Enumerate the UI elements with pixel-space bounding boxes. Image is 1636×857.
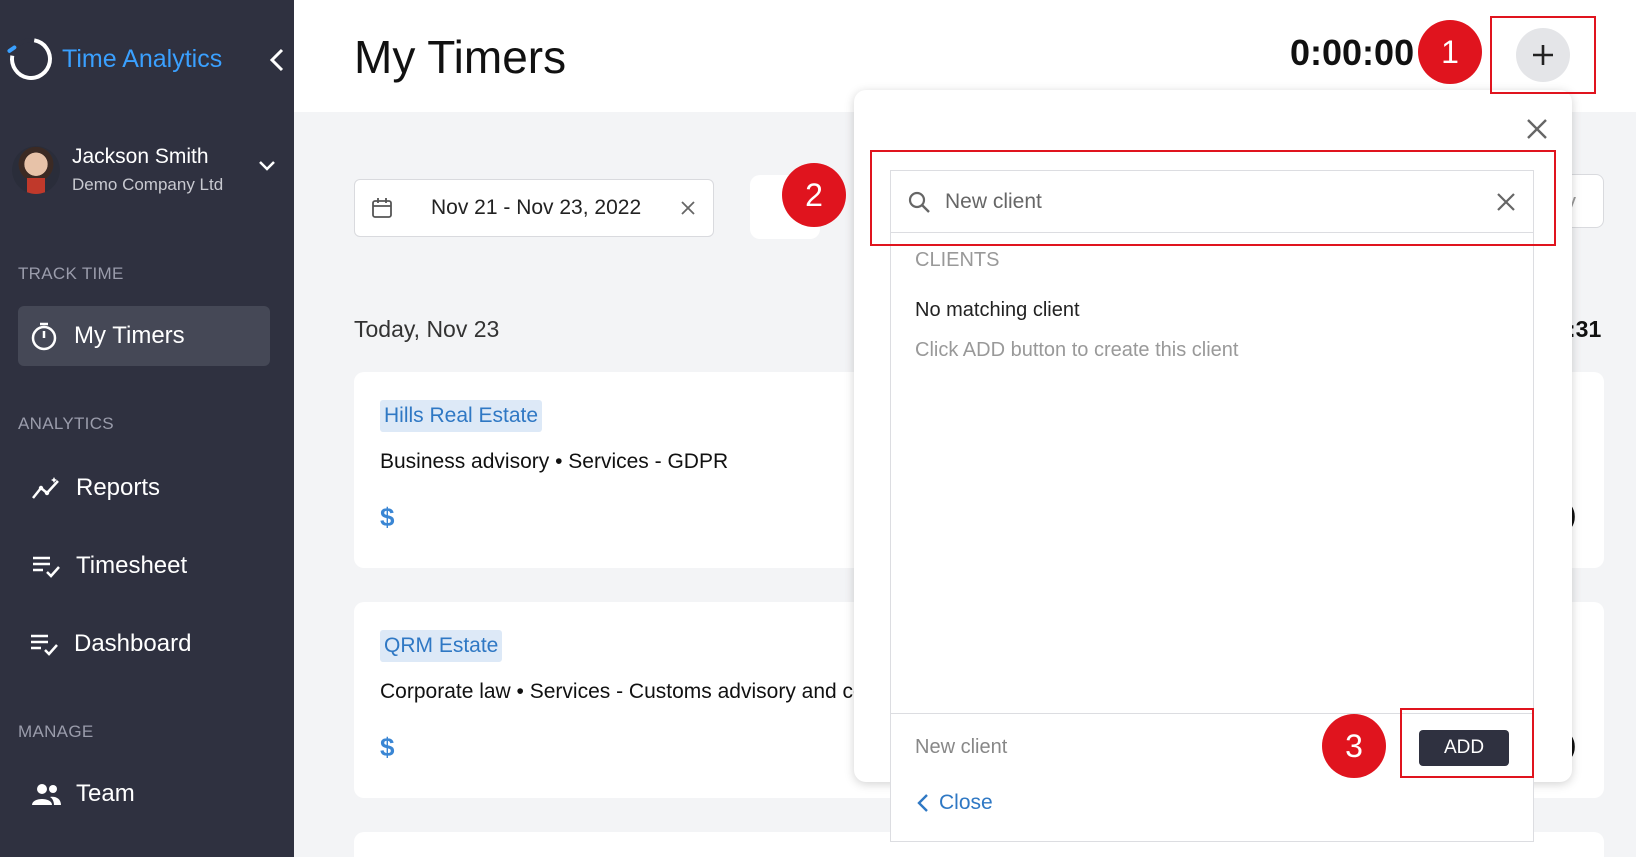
section-label-track-time: TRACK TIME bbox=[18, 264, 124, 283]
section-label-analytics: ANALYTICS bbox=[18, 414, 114, 433]
sidebar-item-my-timers[interactable]: My Timers bbox=[18, 306, 270, 366]
chevron-left-icon bbox=[917, 794, 928, 812]
step-badge-2: 2 bbox=[782, 163, 846, 227]
close-icon[interactable] bbox=[1524, 116, 1550, 142]
clients-section-label: CLIENTS bbox=[915, 249, 1000, 271]
sidebar-item-reports[interactable]: Reports bbox=[18, 458, 270, 518]
checklist-icon bbox=[33, 556, 60, 578]
sidebar-item-team[interactable]: Team bbox=[18, 764, 270, 824]
client-tag[interactable]: QRM Estate bbox=[380, 630, 503, 662]
date-range-filter[interactable]: Nov 21 - Nov 23, 2022 bbox=[354, 179, 714, 237]
checklist-icon bbox=[31, 634, 58, 656]
entry-description: Corporate law • Services - Customs advis… bbox=[380, 680, 865, 703]
sidebar: Time Analytics Jackson Smith Demo Compan… bbox=[0, 0, 294, 857]
highlight-box-1 bbox=[1490, 16, 1596, 94]
new-client-value: New client bbox=[915, 736, 1008, 758]
close-link-label: Close bbox=[939, 791, 993, 814]
billable-icon[interactable]: $ bbox=[380, 732, 394, 763]
sidebar-item-label: My Timers bbox=[74, 322, 185, 349]
no-match-hint: Click ADD button to create this client bbox=[915, 339, 1239, 361]
no-match-message: No matching client bbox=[915, 299, 1080, 321]
chevron-down-icon bbox=[259, 161, 275, 171]
people-icon bbox=[32, 784, 61, 805]
trend-icon bbox=[32, 477, 59, 499]
entry-description: Business advisory • Services - GDPR bbox=[380, 450, 729, 473]
highlight-box-3 bbox=[1400, 708, 1534, 778]
day-total: :31 bbox=[1568, 316, 1602, 342]
sidebar-item-label: Timesheet bbox=[76, 552, 188, 579]
page-title: My Timers bbox=[354, 31, 567, 83]
highlight-box-2 bbox=[870, 150, 1556, 246]
step-badge-1: 1 bbox=[1418, 20, 1482, 84]
user-menu[interactable]: Jackson Smith Demo Company Ltd bbox=[12, 145, 282, 195]
chevron-left-icon bbox=[269, 48, 284, 72]
stopwatch-icon bbox=[31, 322, 57, 351]
section-label-manage: MANAGE bbox=[18, 722, 94, 741]
date-range-value: Nov 21 - Nov 23, 2022 bbox=[431, 196, 642, 219]
day-label: Today, Nov 23 bbox=[354, 316, 500, 342]
billable-icon[interactable]: $ bbox=[380, 502, 394, 533]
calendar-icon bbox=[372, 198, 392, 218]
brand[interactable]: Time Analytics bbox=[1, 29, 223, 89]
close-link[interactable]: Close bbox=[915, 791, 993, 815]
clear-icon[interactable] bbox=[679, 199, 697, 217]
logo-icon bbox=[1, 29, 61, 89]
sidebar-item-dashboard[interactable]: Dashboard bbox=[18, 614, 270, 674]
client-tag[interactable]: Hills Real Estate bbox=[380, 400, 543, 432]
timer-display: 0:00:00 bbox=[1290, 32, 1415, 73]
sidebar-item-label: Reports bbox=[76, 474, 161, 501]
sidebar-item-label: Team bbox=[76, 780, 135, 807]
sidebar-item-timesheet[interactable]: Timesheet bbox=[18, 536, 270, 596]
avatar bbox=[12, 146, 60, 194]
sidebar-item-label: Dashboard bbox=[74, 630, 192, 657]
user-name: Jackson Smith bbox=[72, 145, 209, 168]
collapse-sidebar-button[interactable] bbox=[266, 44, 288, 76]
step-badge-3: 3 bbox=[1322, 714, 1386, 778]
user-company: Demo Company Ltd bbox=[72, 175, 224, 194]
brand-name: Time Analytics bbox=[62, 44, 223, 73]
